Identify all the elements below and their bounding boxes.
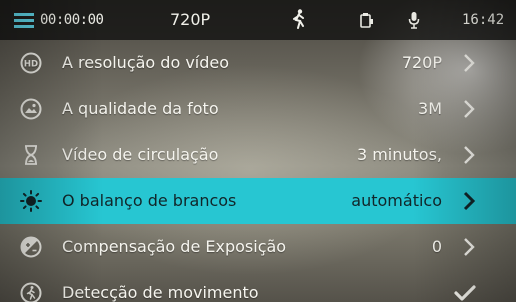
menu-item-photo-quality[interactable]: A qualidade da foto 3M <box>0 86 516 132</box>
recording-timer: 00:00:00 <box>40 12 104 28</box>
menu-icon[interactable] <box>14 11 36 29</box>
motion-detect-icon <box>293 9 304 29</box>
chevron-right-icon <box>463 191 476 211</box>
svg-text:HD: HD <box>24 60 38 70</box>
menu-item-label: A qualidade da foto <box>62 99 219 118</box>
sun-icon <box>20 190 42 212</box>
microphone-icon <box>408 12 420 29</box>
menu-item-video-resolution[interactable]: HD A resolução do vídeo 720P <box>0 40 516 86</box>
menu-item-white-balance[interactable]: O balanço de brancos automático <box>0 178 516 224</box>
menu-item-exposure-compensation[interactable]: Compensação de Exposição 0 <box>0 224 516 270</box>
photo-quality-icon <box>20 98 42 120</box>
menu-item-label: Compensação de Exposição <box>62 237 287 256</box>
motion-detect-icon <box>20 282 42 302</box>
clock: 16:42 <box>462 12 505 28</box>
chevron-right-icon <box>464 54 475 72</box>
menu-item-value: 3 minutos, <box>356 145 442 164</box>
menu-item-label: Detecção de movimento <box>62 283 259 302</box>
chevron-right-icon <box>464 100 475 118</box>
menu-item-value: 720P <box>401 53 442 72</box>
checkmark-icon <box>454 285 476 301</box>
menu-item-value: 3M <box>418 99 442 118</box>
chevron-right-icon <box>464 238 475 256</box>
camera-settings-screen: 00:00:00 720P 16:42 HD A resolução do ví… <box>0 0 516 302</box>
exposure-icon <box>20 236 42 258</box>
status-bar: 00:00:00 720P 16:42 <box>0 0 516 40</box>
resolution-indicator: 720P <box>170 10 211 29</box>
menu-item-value: 0 <box>431 237 442 256</box>
camera-icon <box>360 13 373 28</box>
menu-item-motion-detection[interactable]: Detecção de movimento <box>0 270 516 302</box>
menu-item-label: A resolução do vídeo <box>62 53 230 72</box>
settings-menu: HD A resolução do vídeo 720P A qualidade… <box>0 40 516 302</box>
menu-item-loop-recording[interactable]: Vídeo de circulação 3 minutos, <box>0 132 516 178</box>
hourglass-icon <box>25 145 37 165</box>
menu-item-value: automático <box>351 191 442 210</box>
menu-item-label: Vídeo de circulação <box>62 145 219 164</box>
chevron-right-icon <box>464 146 475 164</box>
menu-item-label: O balanço de brancos <box>62 191 237 210</box>
hd-icon: HD <box>20 52 42 74</box>
